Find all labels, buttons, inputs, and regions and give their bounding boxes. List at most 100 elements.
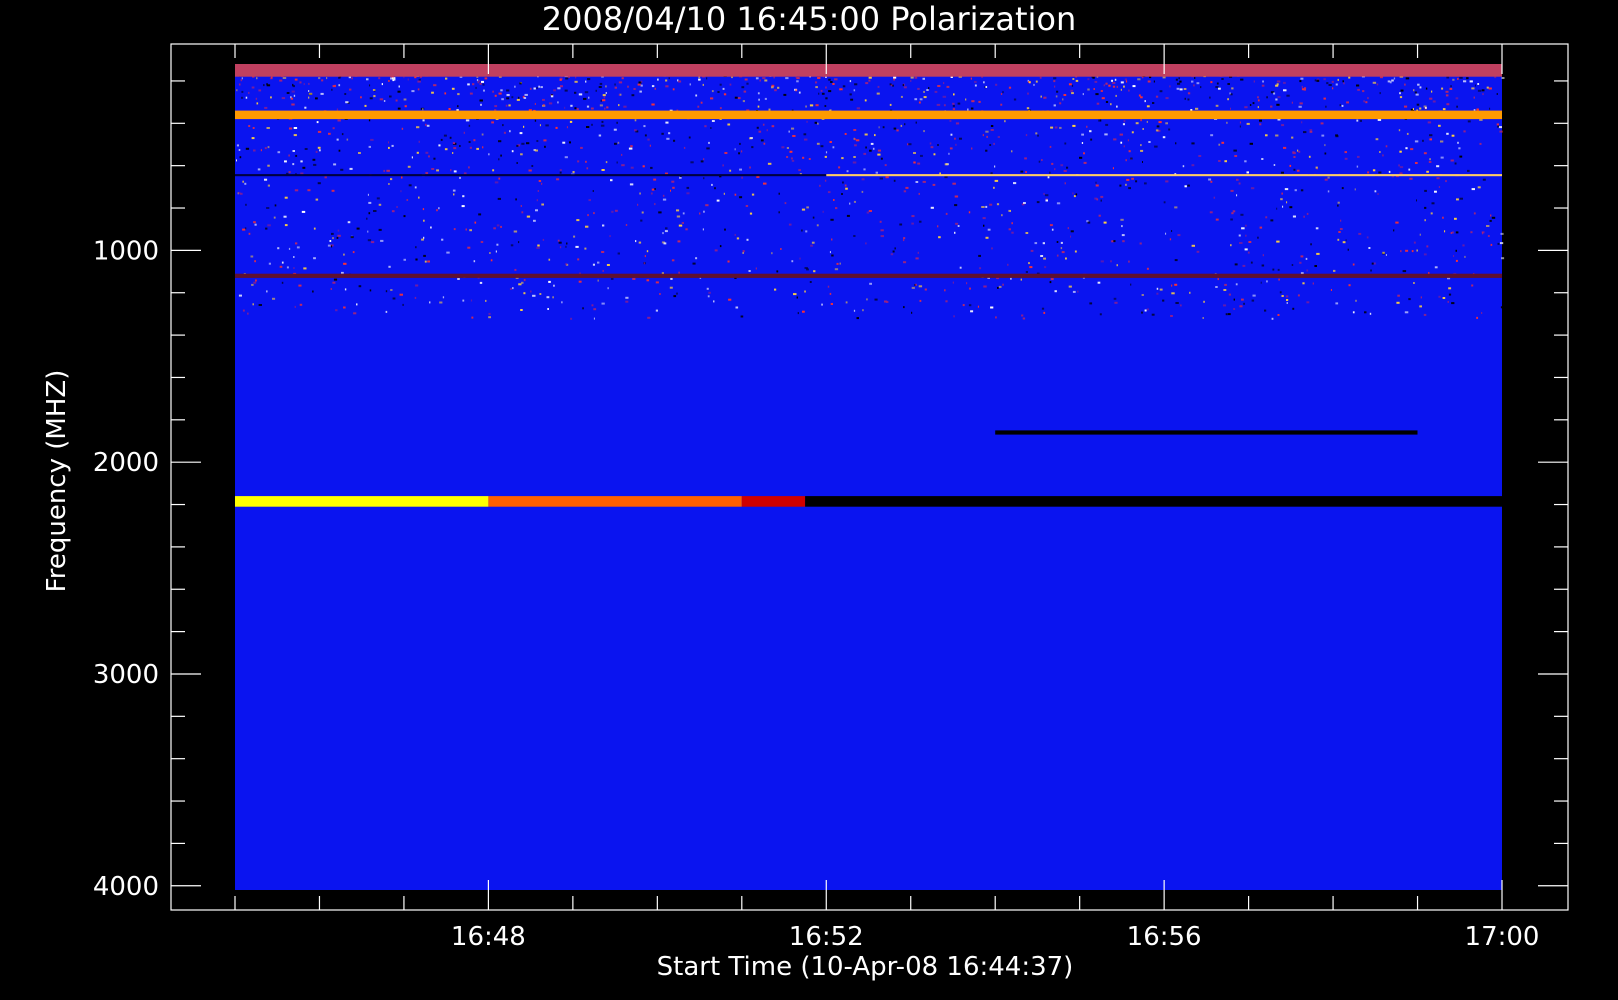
noise-speck (1025, 232, 1029, 234)
noise-speck (1098, 214, 1101, 217)
noise-speck (541, 182, 543, 185)
noise-speck (1473, 96, 1475, 99)
noise-speck (368, 119, 371, 122)
noise-speck (1171, 230, 1173, 232)
noise-speck (479, 82, 482, 85)
noise-speck (995, 83, 998, 86)
noise-speck (744, 78, 748, 81)
noise-speck (1324, 178, 1328, 181)
noise-speck (1404, 311, 1409, 314)
noise-speck (251, 86, 255, 89)
noise-speck (755, 267, 757, 270)
noise-speck (1257, 106, 1259, 109)
noise-speck (401, 176, 403, 179)
noise-speck (290, 96, 292, 99)
noise-speck (559, 246, 562, 249)
noise-speck (1028, 81, 1031, 84)
noise-speck (870, 142, 874, 145)
noise-speck (602, 269, 604, 272)
noise-speck (756, 126, 759, 129)
noise-speck (900, 95, 903, 98)
noise-speck (565, 77, 569, 80)
noise-speck (742, 100, 745, 103)
noise-speck (1068, 83, 1072, 86)
noise-speck (1137, 78, 1141, 81)
noise-speck (745, 205, 749, 207)
noise-speck (1086, 125, 1088, 128)
noise-speck (477, 81, 479, 84)
noise-speck (948, 152, 950, 155)
noise-speck (1154, 145, 1158, 148)
noise-speck (1112, 82, 1116, 84)
noise-speck (383, 169, 385, 172)
noise-speck (1011, 231, 1014, 234)
noise-speck (1316, 79, 1319, 82)
noise-speck (740, 315, 744, 318)
noise-speck (654, 87, 656, 90)
noise-speck (1448, 287, 1452, 290)
noise-speck (422, 108, 424, 111)
noise-speck (1075, 79, 1079, 82)
noise-speck (685, 228, 688, 231)
noise-speck (945, 300, 948, 303)
noise-speck (1283, 146, 1287, 149)
noise-speck (1479, 142, 1482, 145)
noise-speck (469, 146, 472, 149)
noise-speck (1187, 92, 1191, 95)
heatmap-band (235, 273, 1502, 278)
noise-speck (1289, 164, 1292, 167)
noise-speck (577, 160, 580, 163)
noise-speck (428, 155, 430, 158)
noise-speck (459, 176, 461, 179)
noise-speck (1442, 108, 1446, 111)
noise-speck (496, 243, 499, 246)
noise-speck (602, 99, 606, 102)
noise-speck (1135, 180, 1138, 183)
noise-speck (286, 266, 289, 269)
noise-speck (440, 138, 443, 141)
noise-speck (1393, 77, 1396, 80)
noise-speck (1144, 100, 1146, 103)
noise-speck (304, 148, 308, 150)
noise-speck (892, 84, 894, 87)
noise-speck (805, 230, 808, 233)
noise-speck (1056, 254, 1059, 257)
noise-speck (369, 84, 371, 87)
noise-speck (505, 104, 508, 107)
noise-speck (1202, 317, 1204, 319)
noise-speck (853, 309, 856, 312)
noise-speck (1135, 122, 1139, 125)
noise-speck (1395, 221, 1399, 224)
noise-speck (312, 158, 316, 161)
noise-speck (1179, 80, 1182, 83)
noise-speck (729, 83, 732, 86)
noise-speck (1410, 148, 1414, 151)
noise-speck (600, 99, 602, 102)
noise-speck (1053, 80, 1056, 83)
noise-speck (757, 92, 760, 95)
noise-speck (970, 77, 972, 80)
y-tick-label: 2000 (93, 448, 159, 478)
noise-speck (573, 235, 576, 238)
noise-speck (1218, 87, 1221, 90)
noise-speck (1262, 254, 1264, 257)
noise-speck (1151, 313, 1155, 316)
noise-speck (494, 181, 499, 184)
noise-speck (1179, 304, 1182, 307)
noise-speck (1113, 138, 1117, 141)
noise-speck (629, 183, 634, 186)
noise-speck (516, 144, 519, 147)
noise-speck (1455, 259, 1458, 262)
noise-speck (1462, 244, 1465, 247)
noise-speck (450, 169, 452, 172)
noise-speck (536, 199, 538, 202)
noise-speck (1056, 241, 1059, 243)
noise-speck (695, 257, 698, 260)
noise-speck (254, 223, 257, 226)
noise-speck (913, 152, 916, 154)
noise-speck (576, 219, 580, 222)
noise-speck (914, 76, 918, 79)
noise-speck (673, 139, 676, 142)
noise-speck (953, 93, 955, 96)
noise-speck (463, 131, 465, 134)
